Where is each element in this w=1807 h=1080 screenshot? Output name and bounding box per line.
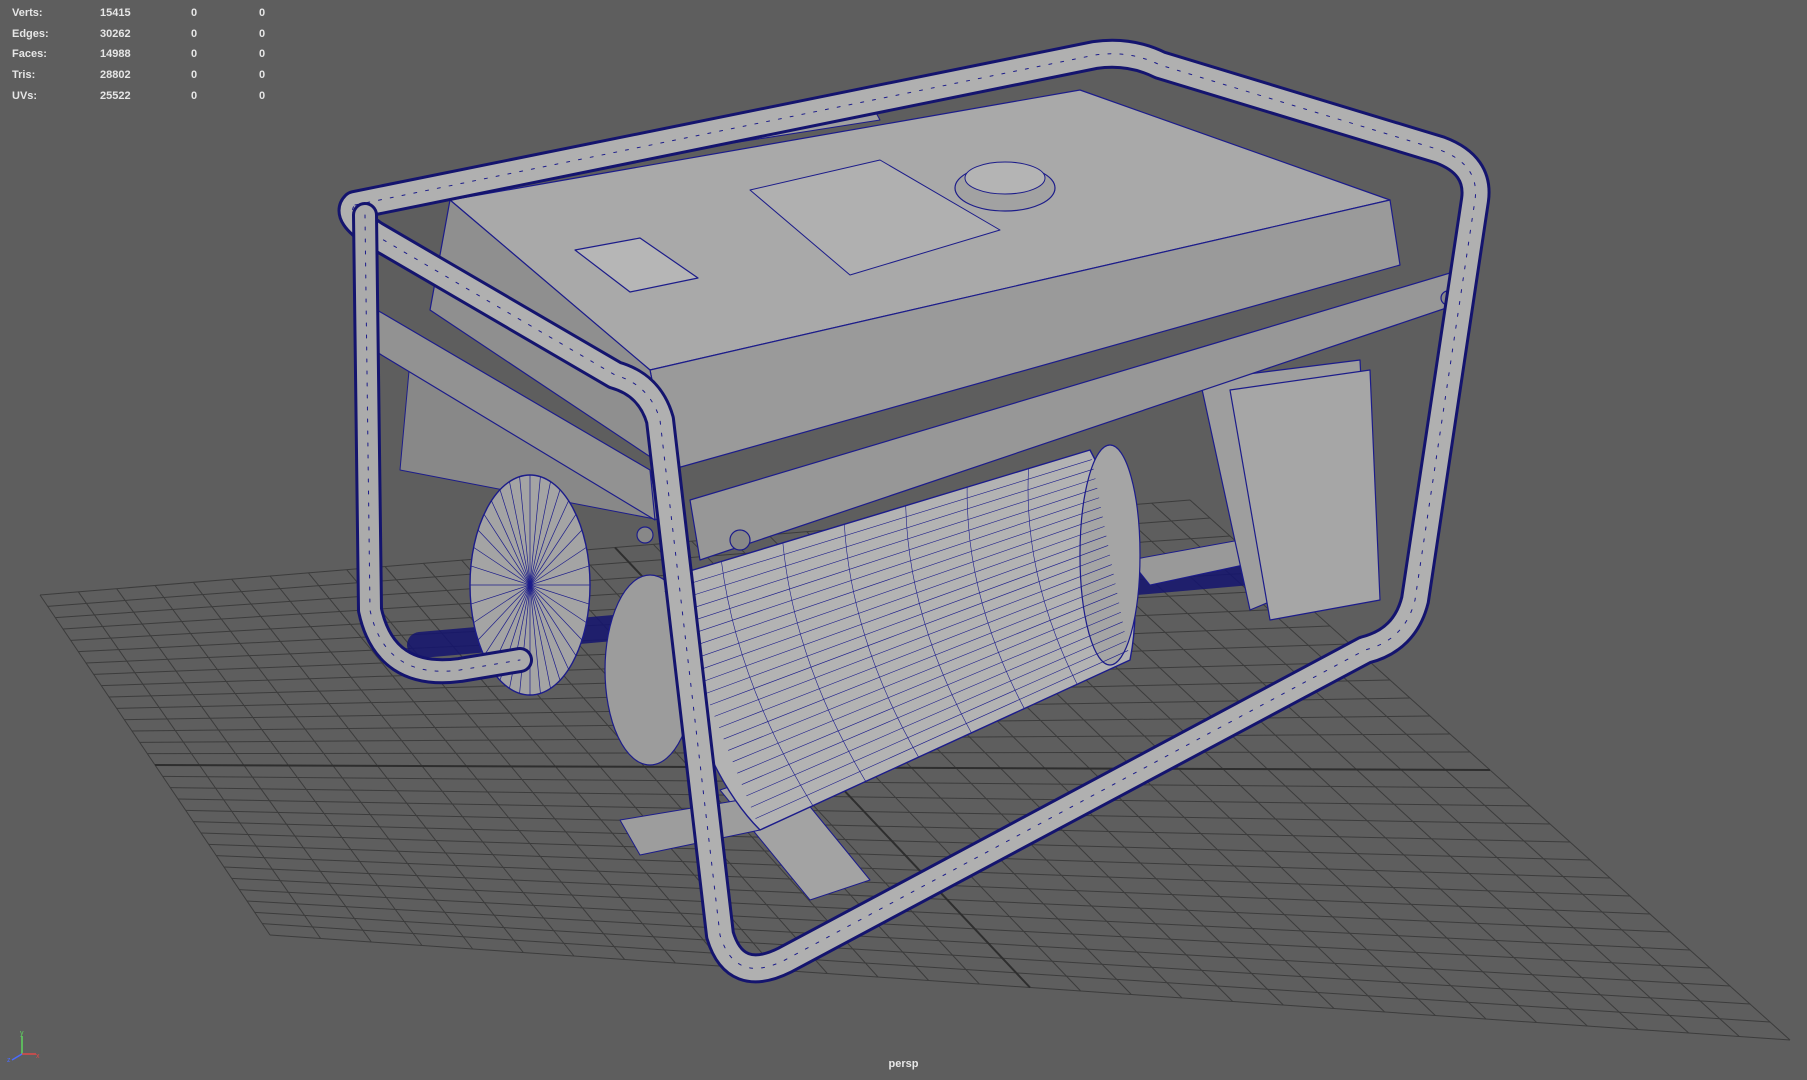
hud-row: Tris: 28802 0 0 [12, 65, 282, 86]
hud-v2: 0 [191, 27, 198, 40]
axis-x-label: x [36, 1053, 40, 1060]
hud-v3: 0 [259, 48, 266, 61]
hud-v2: 0 [191, 69, 198, 82]
hud-row: Faces: 14988 0 0 [12, 44, 282, 65]
poly-count-hud: Verts: 15415 0 0 Edges: 30262 0 0 Faces: 14988 0 0 T… [12, 3, 282, 106]
viewport-persp[interactable]: Verts: 15415 0 0 Edges: 30262 0 0 Faces: 14988 0 0 T… [0, 0, 1807, 1080]
axis-y-label: y [20, 1030, 24, 1037]
hud-v1: 14988 [100, 48, 131, 61]
bolt-left [636, 526, 654, 544]
hud-label: UVs: [12, 89, 38, 102]
axis-z-label: z [7, 1057, 11, 1064]
hud-row: Verts: 15415 0 0 [12, 3, 282, 24]
hud-v3: 0 [259, 69, 266, 82]
hud-label: Verts: [12, 7, 43, 19]
axis-gizmo-icon: y z x [7, 1030, 40, 1064]
hud-v1: 15415 [100, 7, 131, 19]
fuel-cap-top [964, 161, 1046, 195]
hud-v2: 0 [191, 89, 198, 102]
camera-name-label: persp [888, 1058, 919, 1070]
hud-label: Faces: [12, 48, 47, 61]
hud-v1: 25522 [100, 89, 131, 102]
hud-row: UVs: 25522 0 0 [12, 86, 282, 107]
hud-v2: 0 [191, 7, 198, 19]
hud-row: Edges: 30262 0 0 [12, 24, 282, 45]
bolt-front-left [729, 529, 751, 551]
hud-label: Edges: [12, 27, 49, 40]
hud-label: Tris: [12, 69, 36, 82]
scene-canvas[interactable] [0, 0, 1807, 1080]
hud-v3: 0 [259, 89, 266, 102]
hud-v1: 30262 [100, 27, 131, 40]
base-rail-front [619, 799, 761, 856]
hud-v1: 28802 [100, 69, 131, 82]
hud-v3: 0 [259, 7, 266, 19]
hud-v3: 0 [259, 27, 266, 40]
hud-v2: 0 [191, 48, 198, 61]
